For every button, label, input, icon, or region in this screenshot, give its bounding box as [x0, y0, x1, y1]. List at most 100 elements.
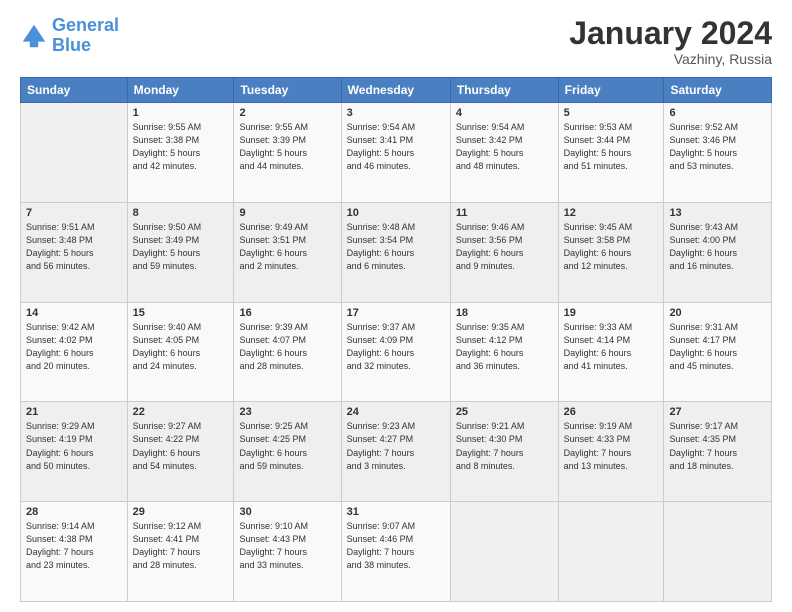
calendar-cell: 22 Sunrise: 9:27 AMSunset: 4:22 PMDayligh…: [127, 402, 234, 502]
day-info: Sunrise: 9:50 AMSunset: 3:49 PMDaylight:…: [133, 221, 229, 273]
weekday-header-friday: Friday: [558, 78, 664, 103]
day-number: 22: [133, 406, 229, 418]
week-row-1: 1Sunrise: 9:55 AMSunset: 3:38 PMDaylight…: [21, 103, 772, 203]
calendar-cell: 21Sunrise: 9:29 AMSunset: 4:19 PMDayligh…: [21, 402, 128, 502]
day-number: 3: [347, 107, 445, 119]
day-number: 9: [239, 207, 335, 219]
calendar-cell: [558, 502, 664, 602]
day-number: 8: [133, 207, 229, 219]
calendar-body: 1Sunrise: 9:55 AMSunset: 3:38 PMDaylight…: [21, 103, 772, 602]
day-number: 4: [456, 107, 553, 119]
day-info: Sunrise: 9:54 AMSunset: 3:42 PMDaylight:…: [456, 121, 553, 173]
day-info: Sunrise: 9:55 AMSunset: 3:39 PMDaylight:…: [239, 121, 335, 173]
calendar-cell: 13 Sunrise: 9:43 AMSunset: 4:00 PMDayligh…: [664, 202, 772, 302]
calendar-cell: 11Sunrise: 9:46 AMSunset: 3:56 PMDayligh…: [450, 202, 558, 302]
day-number: 5: [564, 107, 659, 119]
day-info: Sunrise: 9:33 AMSunset: 4:14 PMDaylight:…: [564, 321, 659, 373]
day-number: 24: [347, 406, 445, 418]
calendar-cell: 23Sunrise: 9:25 AMSunset: 4:25 PMDayligh…: [234, 402, 341, 502]
day-info: Sunrise: 9:23 AMSunset: 4:27 PMDaylight:…: [347, 420, 445, 472]
day-number: 7: [26, 207, 122, 219]
day-number: 28: [26, 506, 122, 518]
day-info: Sunrise: 9:46 AMSunset: 3:56 PMDaylight:…: [456, 221, 553, 273]
weekday-header-sunday: Sunday: [21, 78, 128, 103]
day-info: Sunrise: 9:52 AMSunset: 3:46 PMDaylight:…: [669, 121, 766, 173]
calendar-cell: 4 Sunrise: 9:54 AMSunset: 3:42 PMDaylight…: [450, 103, 558, 203]
day-info: Sunrise: 9:21 AMSunset: 4:30 PMDaylight:…: [456, 420, 553, 472]
day-number: 25: [456, 406, 553, 418]
day-info: Sunrise: 9:51 AMSunset: 3:48 PMDaylight:…: [26, 221, 122, 273]
weekday-header-tuesday: Tuesday: [234, 78, 341, 103]
logo-icon: [20, 22, 48, 50]
calendar-cell: 5Sunrise: 9:53 AMSunset: 3:44 PMDaylight…: [558, 103, 664, 203]
calendar-cell: 14Sunrise: 9:42 AMSunset: 4:02 PMDayligh…: [21, 302, 128, 402]
logo-text: General Blue: [52, 16, 119, 56]
day-info: Sunrise: 9:31 AMSunset: 4:17 PMDaylight:…: [669, 321, 766, 373]
day-number: 27: [669, 406, 766, 418]
day-number: 17: [347, 307, 445, 319]
calendar-header: SundayMondayTuesdayWednesdayThursdayFrid…: [21, 78, 772, 103]
logo-line2: Blue: [52, 36, 119, 56]
day-number: 19: [564, 307, 659, 319]
calendar-cell: 18Sunrise: 9:35 AMSunset: 4:12 PMDayligh…: [450, 302, 558, 402]
day-info: Sunrise: 9:40 AMSunset: 4:05 PMDaylight:…: [133, 321, 229, 373]
weekday-header-wednesday: Wednesday: [341, 78, 450, 103]
logo-line1: General: [52, 15, 119, 35]
day-number: 29: [133, 506, 229, 518]
calendar-cell: 29Sunrise: 9:12 AMSunset: 4:41 PMDayligh…: [127, 502, 234, 602]
weekday-header-saturday: Saturday: [664, 78, 772, 103]
day-number: 13: [669, 207, 766, 219]
day-info: Sunrise: 9:37 AMSunset: 4:09 PMDaylight:…: [347, 321, 445, 373]
week-row-2: 7 Sunrise: 9:51 AMSunset: 3:48 PMDaylight…: [21, 202, 772, 302]
calendar-cell: 30 Sunrise: 9:10 AMSunset: 4:43 PMDayligh…: [234, 502, 341, 602]
day-info: Sunrise: 9:54 AMSunset: 3:41 PMDaylight:…: [347, 121, 445, 173]
day-number: 10: [347, 207, 445, 219]
day-info: Sunrise: 9:45 AMSunset: 3:58 PMDaylight:…: [564, 221, 659, 273]
day-info: Sunrise: 9:27 AMSunset: 4:22 PMDaylight:…: [133, 420, 229, 472]
day-number: 12: [564, 207, 659, 219]
day-info: Sunrise: 9:25 AMSunset: 4:25 PMDaylight:…: [239, 420, 335, 472]
calendar-cell: [450, 502, 558, 602]
calendar-cell: 6 Sunrise: 9:52 AMSunset: 3:46 PMDaylight…: [664, 103, 772, 203]
calendar-cell: 3 Sunrise: 9:54 AMSunset: 3:41 PMDaylight…: [341, 103, 450, 203]
page: General Blue January 2024 Vazhiny, Russi…: [0, 0, 792, 612]
day-info: Sunrise: 9:17 AMSunset: 4:35 PMDaylight:…: [669, 420, 766, 472]
day-number: 26: [564, 406, 659, 418]
week-row-5: 28Sunrise: 9:14 AMSunset: 4:38 PMDayligh…: [21, 502, 772, 602]
calendar: SundayMondayTuesdayWednesdayThursdayFrid…: [20, 77, 772, 602]
day-info: Sunrise: 9:35 AMSunset: 4:12 PMDaylight:…: [456, 321, 553, 373]
calendar-cell: 28Sunrise: 9:14 AMSunset: 4:38 PMDayligh…: [21, 502, 128, 602]
day-info: Sunrise: 9:10 AMSunset: 4:43 PMDaylight:…: [239, 520, 335, 572]
day-info: Sunrise: 9:29 AMSunset: 4:19 PMDaylight:…: [26, 420, 122, 472]
day-number: 14: [26, 307, 122, 319]
calendar-cell: 25 Sunrise: 9:21 AMSunset: 4:30 PMDayligh…: [450, 402, 558, 502]
day-info: Sunrise: 9:55 AMSunset: 3:38 PMDaylight:…: [133, 121, 229, 173]
day-number: 15: [133, 307, 229, 319]
calendar-cell: 17 Sunrise: 9:37 AMSunset: 4:09 PMDayligh…: [341, 302, 450, 402]
calendar-cell: 1Sunrise: 9:55 AMSunset: 3:38 PMDaylight…: [127, 103, 234, 203]
calendar-cell: 12 Sunrise: 9:45 AMSunset: 3:58 PMDayligh…: [558, 202, 664, 302]
day-info: Sunrise: 9:49 AMSunset: 3:51 PMDaylight:…: [239, 221, 335, 273]
day-info: Sunrise: 9:43 AMSunset: 4:00 PMDaylight:…: [669, 221, 766, 273]
calendar-cell: 19 Sunrise: 9:33 AMSunset: 4:14 PMDayligh…: [558, 302, 664, 402]
title-block: January 2024 Vazhiny, Russia: [569, 16, 772, 67]
day-number: 16: [239, 307, 335, 319]
day-info: Sunrise: 9:39 AMSunset: 4:07 PMDaylight:…: [239, 321, 335, 373]
day-number: 6: [669, 107, 766, 119]
day-number: 31: [347, 506, 445, 518]
header: General Blue January 2024 Vazhiny, Russi…: [20, 16, 772, 67]
day-number: 20: [669, 307, 766, 319]
calendar-cell: 7 Sunrise: 9:51 AMSunset: 3:48 PMDaylight…: [21, 202, 128, 302]
calendar-cell: 27 Sunrise: 9:17 AMSunset: 4:35 PMDayligh…: [664, 402, 772, 502]
month-title: January 2024: [569, 16, 772, 51]
week-row-3: 14Sunrise: 9:42 AMSunset: 4:02 PMDayligh…: [21, 302, 772, 402]
weekday-header-monday: Monday: [127, 78, 234, 103]
day-number: 30: [239, 506, 335, 518]
calendar-cell: 8 Sunrise: 9:50 AMSunset: 3:49 PMDaylight…: [127, 202, 234, 302]
day-info: Sunrise: 9:07 AMSunset: 4:46 PMDaylight:…: [347, 520, 445, 572]
week-row-4: 21Sunrise: 9:29 AMSunset: 4:19 PMDayligh…: [21, 402, 772, 502]
calendar-cell: [664, 502, 772, 602]
logo: General Blue: [20, 16, 119, 56]
day-number: 2: [239, 107, 335, 119]
calendar-cell: 31 Sunrise: 9:07 AMSunset: 4:46 PMDayligh…: [341, 502, 450, 602]
